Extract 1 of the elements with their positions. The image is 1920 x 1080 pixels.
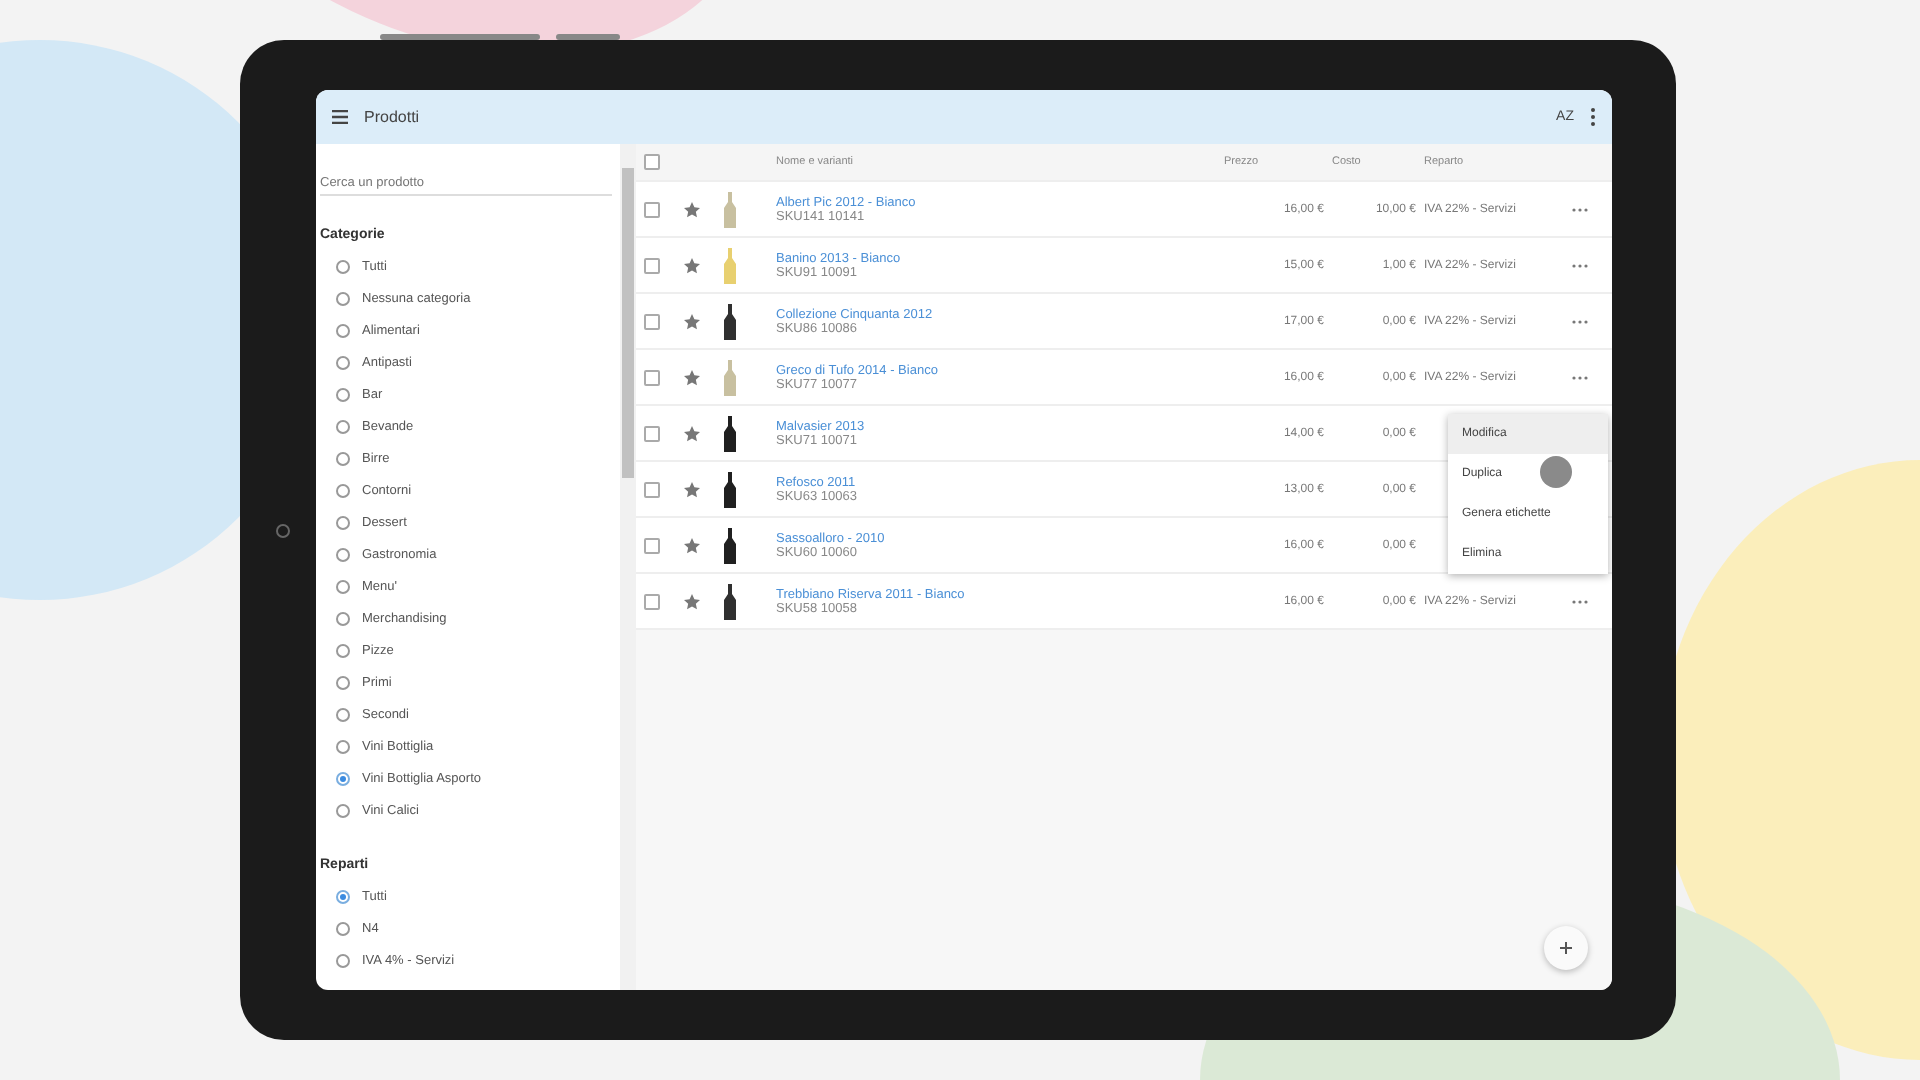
page-title: Prodotti bbox=[364, 108, 422, 126]
